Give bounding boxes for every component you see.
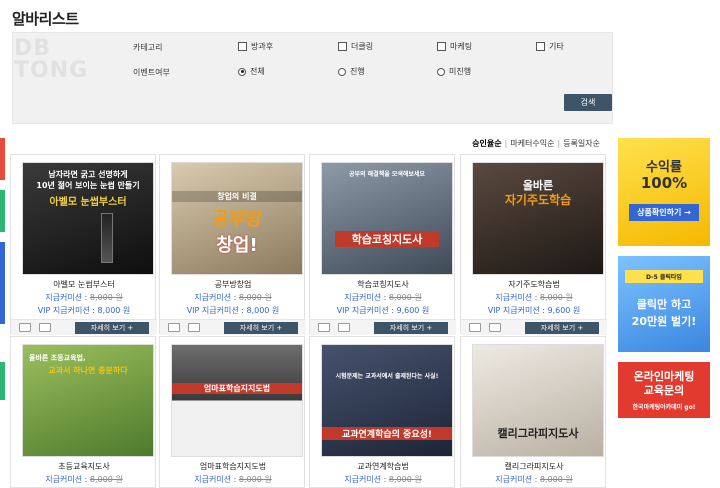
commission-price: 지급커미션 : 8,000 원 [344,293,422,302]
product-name: 캘리그라피지도사 [504,462,564,471]
category-label: 카테고리 [133,43,163,52]
card-toolbar: 자세히 보기 + [310,319,456,335]
checkbox-icon[interactable] [536,42,545,51]
product-name: 교과연계학습법 [357,462,409,471]
product-thumbnail[interactable]: 올바른 초등교육법, 교과서 하나면 충분하다 [22,344,154,457]
product-thumbnail[interactable]: 올바른 자기주도학습 [472,162,604,275]
card-toolbar: 자세히 보기 + [11,319,157,335]
vip-commission-price: VIP 지급커미션 : 8,000 원 [37,306,131,315]
product-thumbnail[interactable]: 엄마표학습지지도법 [171,344,303,457]
product-card[interactable]: 남자라면 굵고 선명하게 10년 젊어 보이는 눈썹 만들기 아벨모 눈썹부스터… [10,154,157,335]
commission-price: 지급커미션 : 8,000 원 [194,293,272,302]
product-name: 엄마표학습지지도법 [199,462,267,471]
vip-commission-price: VIP 지급커미션 : 8,000 원 [186,306,280,315]
event-radio-ongoing[interactable]: 진행 [338,66,365,77]
product-name: 공부방창업 [214,280,252,289]
product-thumbnail[interactable]: 캘리그라피지도사 [472,344,604,457]
product-name: 학습코칭지도사 [357,280,409,289]
product-name: 초등교육지도사 [58,462,110,471]
left-tab-red[interactable] [0,138,5,180]
serum-bottle-image [101,213,113,263]
category-checkbox-1[interactable]: 더클링 [338,41,373,52]
commission-price: 지급커미션 : 8,000 원 [495,475,573,484]
sort-registration-date[interactable]: 등록일자순 [563,139,600,148]
sort-marketer-revenue[interactable]: 마케터수익순 [510,139,554,148]
product-thumbnail[interactable]: 남자라면 굵고 선명하게 10년 젊어 보이는 눈썹 만들기 아벨모 눈썹부스터 [22,162,154,275]
commission-price: 지급커미션 : 8,000 원 [45,293,123,302]
radio-icon[interactable] [338,67,346,76]
radio-icon[interactable] [437,67,445,76]
left-tab-green-2[interactable] [0,362,5,400]
copy-icon[interactable] [39,323,51,332]
detail-view-button[interactable]: 자세히 보기 + [75,322,149,334]
monitor-icon[interactable] [168,323,180,332]
education-inquiry-banner[interactable]: 온라인마케팅 교육문의 한국마케팅아카데미 go! [618,362,710,418]
left-tab-green[interactable] [0,190,5,232]
product-thumbnail[interactable]: 시험문제는 교과서에서 출제된다는 사실! 교과연계학습의 중요성! [321,344,453,457]
category-checkbox-0[interactable]: 방과후 [238,41,273,52]
checkbox-icon[interactable] [338,42,347,51]
monitor-icon[interactable] [318,323,330,332]
product-card[interactable]: 시험문제는 교과서에서 출제된다는 사실! 교과연계학습의 중요성! 교과연계학… [309,336,455,488]
copy-icon[interactable] [338,323,350,332]
left-tab-blue[interactable] [0,242,5,324]
event-label: 이벤트여부 [133,68,170,77]
product-name: 아벨모 눈썹부스터 [53,280,115,289]
card-toolbar: 자세히 보기 + [461,319,607,335]
vip-commission-price: VIP 지급커미션 : 9,600 원 [487,306,581,315]
product-thumbnail[interactable]: 창업의 비결 공부방 창업! [171,162,303,275]
event-radio-all[interactable]: 전체 [238,66,265,77]
commission-price: 지급커미션 : 8,000 원 [194,475,272,484]
copy-icon[interactable] [188,323,200,332]
detail-view-button[interactable]: 자세히 보기 + [374,322,448,334]
product-name: 자기주도학습법 [508,280,560,289]
detail-view-button[interactable]: 자세히 보기 + [525,322,599,334]
commission-price: 지급커미션 : 8,000 원 [495,293,573,302]
checkbox-icon[interactable] [437,42,446,51]
event-radio-not-ongoing[interactable]: 미진행 [437,66,471,77]
monitor-icon[interactable] [469,323,481,332]
search-button[interactable]: 검색 [564,94,612,111]
watermark-logo: DB TONG [14,36,89,83]
commission-price: 지급커미션 : 8,000 원 [344,475,422,484]
product-card[interactable]: 창업의 비결 공부방 창업! 공부방창업 지급커미션 : 8,000 원 VIP… [159,154,306,335]
checkbox-icon[interactable] [238,42,247,51]
card-toolbar: 자세히 보기 + [160,319,306,335]
monitor-icon[interactable] [19,323,31,332]
category-checkbox-3[interactable]: 기타 [536,41,564,52]
copy-icon[interactable] [489,323,501,332]
revenue-banner[interactable]: 수익률 100% 상품확인하기 → [618,138,710,246]
radio-selected-icon[interactable] [238,67,246,76]
category-checkbox-2[interactable]: 마케팅 [437,41,472,52]
product-card[interactable]: 공부의 해결책을 모색해보세요 학습코칭지도사 학습코칭지도사 지급커미션 : … [309,154,456,335]
commission-price: 지급커미션 : 8,000 원 [45,475,123,484]
filter-panel: 카테고리 방과후 더클링 마케팅 기타 이벤트여부 전체 진행 미진행 검색 [12,32,613,124]
product-card[interactable]: 올바른 초등교육법, 교과서 하나면 충분하다 초등교육지도사 지급커미션 : … [10,336,156,488]
product-card[interactable]: 엄마표학습지지도법 엄마표학습지지도법 지급커미션 : 8,000 원 [159,336,305,488]
product-card[interactable]: 올바른 자기주도학습 자기주도학습법 지급커미션 : 8,000 원 VIP 지… [460,154,607,335]
vip-commission-price: VIP 지급커미션 : 9,600 원 [336,306,430,315]
sort-approval-rate[interactable]: 승인율순 [472,139,501,148]
page-title: 알바리스트 [12,10,79,28]
click-time-banner[interactable]: D-5 클릭타임 클릭만 하고 20만원 벌기! [618,256,710,352]
product-thumbnail[interactable]: 공부의 해결책을 모색해보세요 학습코칭지도사 [321,162,453,275]
sort-options: 승인율순 | 마케터수익순 | 등록일자순 [472,139,600,148]
detail-view-button[interactable]: 자세히 보기 + [224,322,298,334]
product-card[interactable]: 캘리그라피지도사 캘리그라피지도사 지급커미션 : 8,000 원 [460,336,606,488]
